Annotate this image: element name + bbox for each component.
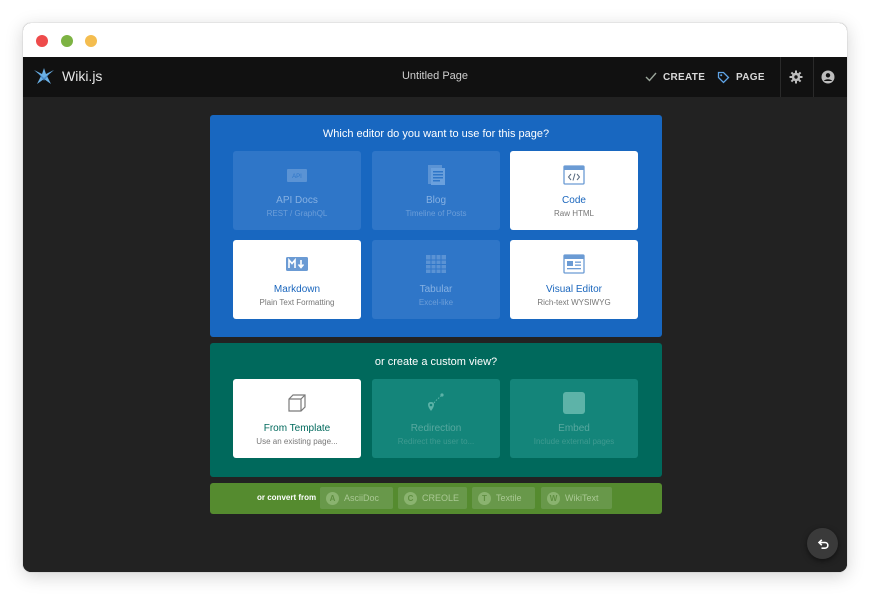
maximize-window-dot[interactable] [61,35,73,47]
close-window-dot[interactable] [36,35,48,47]
gear-icon [789,70,803,84]
page-button[interactable]: PAGE [717,69,765,85]
editor-card-subtitle: Raw HTML [553,209,594,218]
minimize-window-dot[interactable] [85,35,97,47]
undo-button[interactable] [807,528,838,559]
settings-button[interactable] [786,67,806,87]
svg-text:API: API [292,174,302,180]
check-icon [645,72,657,82]
editor-card-code[interactable]: Code Raw HTML [510,151,638,230]
convert-source-label: Textile [496,493,522,503]
editor-card-title: Code [562,195,586,206]
custom-card-title: Embed [558,423,590,434]
custom-panel-title: or create a custom view? [374,356,498,368]
editor-card-subtitle: Rich-text WYSIWYG [537,298,611,307]
convert-source-label: AsciiDoc [344,493,380,503]
convert-textile-button[interactable]: T Textile [472,487,535,509]
editor-card-title: Blog [425,195,446,206]
appbar-divider [813,57,814,97]
textile-icon: T [478,491,491,505]
undo-arrow-icon [817,538,829,549]
convert-source-label: CREOLE [422,493,460,503]
custom-card-subtitle: Redirect the user to... [397,437,475,446]
editor-card-subtitle: REST / GraphQL [266,209,328,218]
convert-from-panel: or convert from A AsciiDoc C CREOLE T Te… [210,483,662,514]
account-circle-icon [821,70,835,84]
app-bar: Wiki.js Untitled Page CREATE PAGE [23,57,847,97]
code-icon [563,165,585,185]
account-button[interactable] [818,67,838,87]
blog-icon [428,165,445,185]
api-icon: API [287,169,307,182]
editor-card-subtitle: Excel-like [418,298,454,307]
editor-card-title: Visual Editor [546,284,602,295]
page-button-label: PAGE [736,71,765,83]
table-icon [426,255,446,273]
browser-window: Wiki.js Untitled Page CREATE PAGE Which … [23,23,847,572]
convert-from-label: or convert from [257,493,317,502]
editor-panel-title: Which editor do you want to use for this… [322,128,550,140]
custom-card-embed[interactable]: Embed Include external pages [510,379,638,458]
editor-card-title: Markdown [273,284,321,295]
editor-card-title: Tabular [419,284,453,295]
editor-card-title: API Docs [276,195,318,206]
convert-wikitext-button[interactable]: W WikiText [541,487,612,509]
editor-card-tabular[interactable]: Tabular Excel-like [372,240,500,319]
template-cube-icon [288,394,306,412]
custom-card-from-template[interactable]: From Template Use an existing page... [233,379,361,458]
custom-card-redirection[interactable]: Redirection Redirect the user to... [372,379,500,458]
tag-icon [717,71,730,83]
asciidoc-icon: A [326,491,339,505]
embed-icon [563,392,585,414]
editor-card-blog[interactable]: Blog Timeline of Posts [372,151,500,230]
editor-card-markdown[interactable]: Markdown Plain Text Formatting [233,240,361,319]
custom-card-title: From Template [263,423,331,434]
convert-source-label: WikiText [565,493,599,503]
markdown-icon [286,257,308,271]
appbar-divider [780,57,781,97]
visual-editor-icon [563,254,585,274]
editor-card-subtitle: Timeline of Posts [405,209,467,218]
editor-card-subtitle: Plain Text Formatting [259,298,335,307]
redirect-icon [428,393,444,411]
custom-card-subtitle: Include external pages [533,437,615,446]
convert-asciidoc-button[interactable]: A AsciiDoc [320,487,393,509]
custom-card-title: Redirection [410,423,462,434]
custom-view-panel: or create a custom view? From Template U… [210,343,662,477]
editor-selection-area: Which editor do you want to use for this… [23,97,847,572]
editor-card-api-docs[interactable]: API API Docs REST / GraphQL [233,151,361,230]
editor-card-visual-editor[interactable]: Visual Editor Rich-text WYSIWYG [510,240,638,319]
window-titlebar [23,23,847,57]
creole-icon: C [404,491,417,505]
custom-card-subtitle: Use an existing page... [256,437,338,446]
wikitext-icon: W [547,491,560,505]
editor-choice-panel: Which editor do you want to use for this… [210,115,662,337]
create-button-label: CREATE [663,71,706,83]
create-button[interactable]: CREATE [645,69,705,85]
convert-creole-button[interactable]: C CREOLE [398,487,467,509]
